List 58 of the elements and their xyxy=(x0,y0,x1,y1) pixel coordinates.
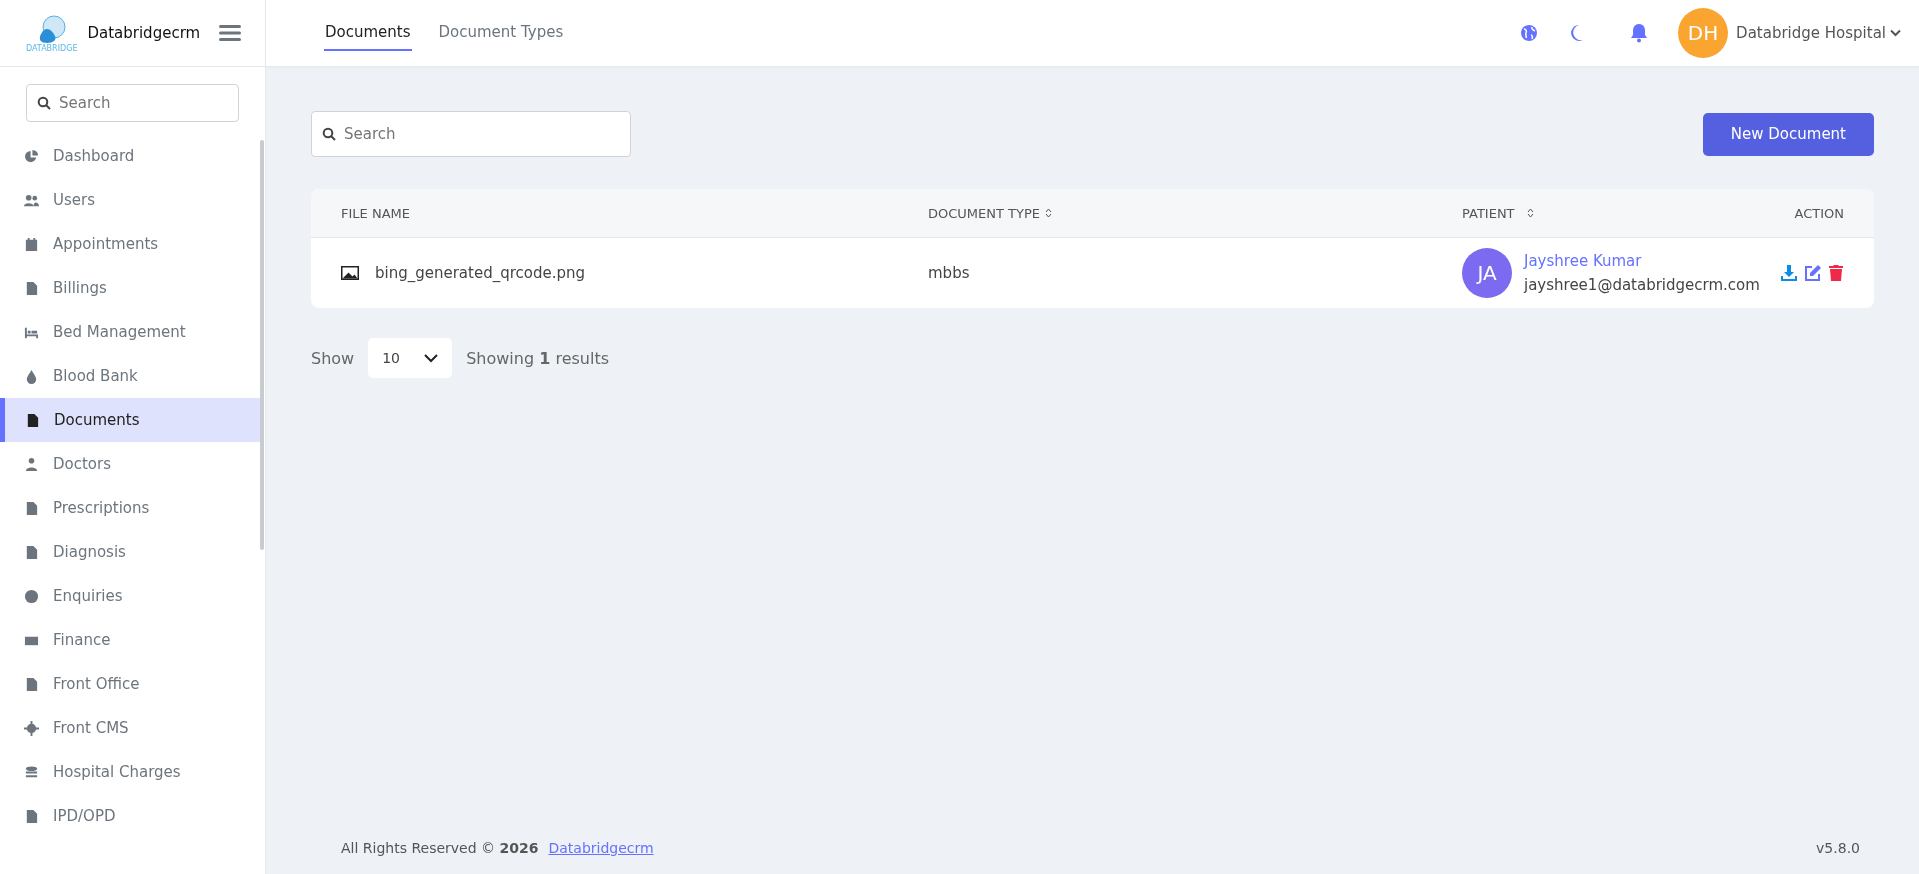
sidebar-item[interactable]: Doctors xyxy=(0,442,260,486)
image-icon xyxy=(341,266,359,280)
sidebar-item[interactable]: Bed Management xyxy=(0,310,260,354)
tab[interactable]: Document Types xyxy=(437,15,565,51)
chevron-down-icon xyxy=(424,353,439,363)
copyright-text: All Rights Reserved © 2026 xyxy=(341,840,539,856)
page-size-dropdown[interactable]: 10 xyxy=(368,338,453,378)
sidebar-item[interactable]: Blood Bank xyxy=(0,354,260,398)
sidebar-item[interactable]: Dashboard xyxy=(0,134,260,178)
pie-icon xyxy=(24,148,39,164)
sort-icon xyxy=(1526,208,1534,218)
sidebar-item[interactable]: Finance xyxy=(0,618,260,662)
sidebar-item[interactable]: Front Office xyxy=(0,662,260,706)
table-cell: bing_generated_qrcode.png xyxy=(375,264,586,282)
sort-icon xyxy=(1045,208,1052,218)
sidebar-item[interactable]: IPD/OPD xyxy=(0,794,260,838)
sidebar-item[interactable]: Billings xyxy=(0,266,260,310)
moon-icon[interactable] xyxy=(1568,24,1585,42)
users-icon xyxy=(24,192,39,208)
table-cell: mbbs xyxy=(928,264,970,282)
footer-link[interactable]: Databridgecrm xyxy=(548,840,654,856)
patient-avatar: JA xyxy=(1462,248,1512,298)
version-text: v5.8.0 xyxy=(1816,840,1860,856)
column-header[interactable]: PATIENT xyxy=(1462,205,1774,221)
sidebar-search-field[interactable]: Search xyxy=(26,84,239,122)
sidebar-item[interactable]: Appointments xyxy=(0,222,260,266)
results-summary: Showing 1 results xyxy=(466,348,609,368)
coins-icon xyxy=(24,764,39,780)
column-header[interactable]: DOCUMENT TYPE xyxy=(928,205,1462,221)
column-header: FILE NAME xyxy=(341,205,411,221)
sidebar-item[interactable]: Diagnosis xyxy=(0,530,260,574)
edit-icon[interactable] xyxy=(1804,264,1822,282)
column-header: ACTION xyxy=(1793,205,1844,221)
file-icon xyxy=(25,412,40,428)
sidebar-item[interactable]: Front CMS xyxy=(0,706,260,750)
bell-icon[interactable] xyxy=(1630,23,1649,43)
sidebar-item[interactable]: Hospital Charges xyxy=(0,750,260,794)
drop-icon xyxy=(24,368,39,384)
chevron-down-icon xyxy=(1890,29,1901,37)
search-field[interactable]: Search xyxy=(311,111,631,157)
new-document-button[interactable]: New Document xyxy=(1702,112,1874,156)
globe-icon[interactable] xyxy=(1520,24,1539,42)
sidebar-item[interactable]: Enquiries xyxy=(0,574,260,618)
download-icon[interactable] xyxy=(1780,264,1798,282)
user-menu[interactable]: Databridge Hospital xyxy=(1736,24,1901,42)
logo-text: DATABRIDGE xyxy=(26,43,78,53)
show-label: Show xyxy=(311,348,355,368)
brand-name: Databridgecrm xyxy=(87,24,202,42)
patient-name-link[interactable]: Jayshree Kumar xyxy=(1524,252,1760,270)
sidebar-item[interactable]: Users xyxy=(0,178,260,222)
sidebar-item[interactable]: Prescriptions xyxy=(0,486,260,530)
menu-icon[interactable] xyxy=(219,24,241,42)
patient-email: jayshree1@databridgecrm.com xyxy=(1524,276,1760,294)
sidebar-item[interactable]: Documents xyxy=(0,398,260,442)
doctor-icon xyxy=(24,456,39,472)
tab[interactable]: Documents xyxy=(324,15,412,51)
trash-icon[interactable] xyxy=(1828,264,1844,282)
calendar-icon xyxy=(24,236,39,252)
